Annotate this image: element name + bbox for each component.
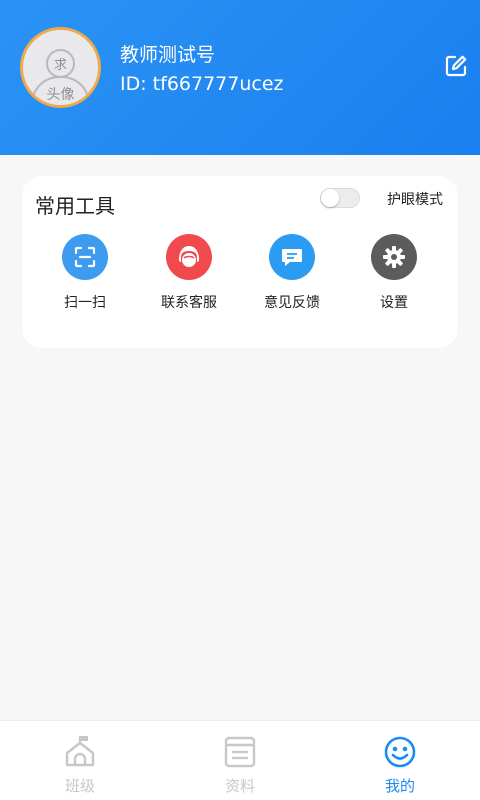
tab-materials[interactable]: 资料 bbox=[160, 721, 320, 800]
avatar[interactable]: 求 头像 bbox=[20, 27, 101, 108]
tab-label: 班级 bbox=[64, 777, 95, 795]
scan-icon bbox=[74, 246, 96, 268]
avatar-top-text: 求 bbox=[53, 58, 67, 73]
avatar-placeholder-head: 求 bbox=[46, 49, 75, 78]
feedback-icon-circle bbox=[269, 234, 315, 280]
tool-contact-service[interactable]: 联系客服 bbox=[134, 234, 244, 312]
tab-class[interactable]: 班级 bbox=[0, 721, 160, 800]
profile-header: 求 头像 教师测试号 ID: tf667777ucez bbox=[0, 0, 480, 155]
tool-scan[interactable]: 扫一扫 bbox=[30, 234, 140, 312]
tool-feedback[interactable]: 意见反馈 bbox=[237, 234, 347, 312]
customer-service-icon-circle bbox=[166, 234, 212, 280]
scan-icon-circle bbox=[62, 234, 108, 280]
customer-service-icon bbox=[179, 246, 199, 267]
common-tools-card: 常用工具 护眼模式 扫一扫 联系客服 意见反馈 设置 bbox=[22, 176, 458, 348]
eye-mode-label: 护眼模式 bbox=[387, 192, 443, 208]
class-house-icon bbox=[65, 736, 95, 767]
tab-label: 我的 bbox=[384, 777, 415, 795]
edit-icon[interactable] bbox=[444, 54, 468, 78]
tool-label: 扫一扫 bbox=[64, 295, 106, 311]
materials-doc-icon bbox=[224, 736, 256, 768]
user-id: ID: tf667777ucez bbox=[120, 73, 284, 95]
tool-settings[interactable]: 设置 bbox=[339, 234, 449, 312]
eye-mode-toggle[interactable] bbox=[320, 188, 360, 208]
card-title: 常用工具 bbox=[35, 194, 115, 218]
avatar-placeholder-body: 头像 bbox=[31, 76, 90, 105]
tab-label: 资料 bbox=[224, 777, 255, 795]
tool-label: 意见反馈 bbox=[264, 295, 320, 311]
smiley-face-icon bbox=[384, 736, 416, 768]
toggle-knob bbox=[321, 189, 339, 207]
tab-mine[interactable]: 我的 bbox=[320, 721, 480, 800]
avatar-bottom-text: 头像 bbox=[46, 87, 75, 103]
tool-label: 联系客服 bbox=[161, 295, 217, 311]
user-name: 教师测试号 bbox=[120, 44, 216, 66]
feedback-icon bbox=[282, 249, 302, 266]
settings-gear-icon bbox=[383, 246, 405, 268]
bottom-tab-bar: 班级 资料 我的 bbox=[0, 720, 480, 800]
settings-icon-circle bbox=[371, 234, 417, 280]
tool-label: 设置 bbox=[380, 295, 408, 311]
